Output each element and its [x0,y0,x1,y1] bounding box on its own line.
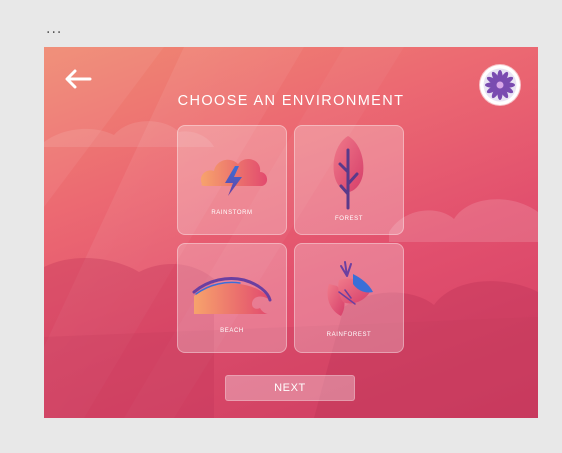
tile-label: RAINSTORM [211,210,253,216]
rainstorm-icon [200,158,268,196]
menu-dots[interactable]: ... [46,22,62,36]
tile-forest[interactable]: FOREST [294,125,404,235]
tile-label: RAINFOREST [326,332,372,338]
back-arrow-icon[interactable] [64,69,92,89]
app-screen: CHOOSE AN ENVIRONMENT RAINSTORM FOREST B… [44,47,538,418]
next-button[interactable]: NEXT [225,375,355,401]
tile-rainforest[interactable]: RAINFOREST [294,243,404,353]
wave-icon [192,277,272,314]
tile-label: FOREST [335,216,363,222]
tile-rainstorm[interactable]: RAINSTORM [177,125,287,235]
tile-beach[interactable]: BEACH [177,243,287,353]
page-title: CHOOSE AN ENVIRONMENT [177,93,405,109]
tile-label: BEACH [220,328,244,334]
